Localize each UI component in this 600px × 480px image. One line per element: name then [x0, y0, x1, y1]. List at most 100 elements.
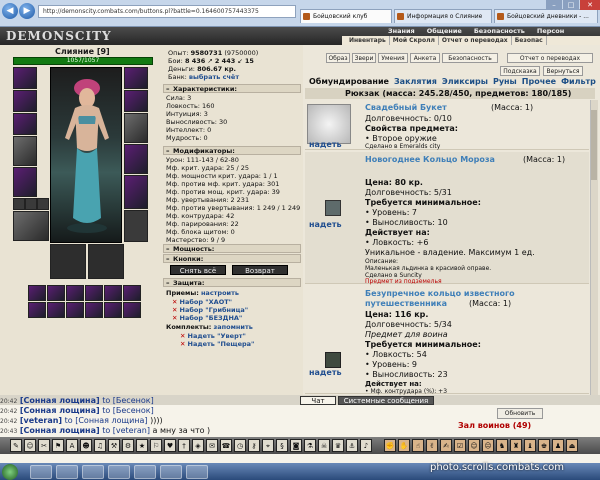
emote3-icon[interactable]: ♞	[496, 439, 508, 452]
bracer-slot[interactable]	[124, 90, 148, 112]
tab-filter[interactable]: Фильтр	[561, 77, 596, 87]
hand-icon[interactable]: ✋	[398, 439, 410, 452]
skills-button[interactable]: Умения	[378, 53, 408, 63]
rune-slot[interactable]	[123, 285, 141, 301]
hammer-icon[interactable]: ⚒	[108, 439, 120, 452]
point-icon[interactable]: ☝	[412, 439, 424, 452]
app-icon[interactable]	[160, 465, 182, 479]
player-icon[interactable]	[82, 465, 104, 479]
rune-slot[interactable]	[85, 285, 103, 301]
vote-icon[interactable]: ☑	[454, 439, 466, 452]
armor-slot[interactable]	[13, 167, 37, 197]
rune-slot[interactable]	[85, 302, 103, 318]
close-icon[interactable]: ✕	[580, 0, 600, 10]
phone-icon[interactable]: ☎	[220, 439, 232, 452]
set-item[interactable]: ✕ Надеть "Уверт"	[180, 332, 246, 340]
menu-transfer-report[interactable]: Отчет о переводах	[439, 36, 512, 45]
security-button[interactable]: Безопасность	[442, 53, 498, 63]
modifiers-section[interactable]: Модификаторы:	[163, 146, 301, 155]
wear-link[interactable]: надеть	[309, 368, 342, 377]
bank-link[interactable]: выбрать счёт	[189, 73, 239, 81]
translit-icon[interactable]: A	[66, 439, 78, 452]
room-title[interactable]: Зал воинов (49)	[458, 421, 531, 430]
pet-slot[interactable]	[88, 244, 124, 279]
appearance-button[interactable]: Образ	[326, 53, 350, 63]
profile-button[interactable]: Анкета	[410, 53, 440, 63]
smile2-icon[interactable]: ☻	[80, 439, 92, 452]
menu-security[interactable]: Безопасность	[474, 27, 525, 36]
weapon-slot[interactable]	[13, 136, 37, 166]
buttons-section[interactable]: Кнопки:	[163, 254, 301, 263]
tab-equipment[interactable]: Обмундирование	[309, 77, 389, 87]
tab-spells[interactable]: Заклятия	[394, 77, 437, 87]
skype-icon[interactable]	[134, 465, 156, 479]
key-icon[interactable]: ⚷	[248, 439, 260, 452]
bell-icon[interactable]: ♪	[360, 439, 372, 452]
stats-section[interactable]: Характеристики:	[163, 84, 301, 93]
wave-icon[interactable]: ✌	[426, 439, 438, 452]
rune-slot[interactable]	[66, 285, 84, 301]
rune-slot[interactable]	[47, 302, 65, 318]
delete-icon[interactable]: ✕	[172, 298, 177, 306]
tab-elixirs[interactable]: Эликсиры	[442, 77, 488, 87]
boots-slot[interactable]	[124, 210, 148, 242]
power-section[interactable]: Мощность:	[163, 244, 301, 253]
technique-set[interactable]: ✕ Набор "Грибница"	[172, 306, 248, 314]
map-icon[interactable]: ⌖	[262, 439, 274, 452]
mount-slot[interactable]	[50, 244, 86, 279]
chrome-icon[interactable]	[108, 465, 130, 479]
flag-icon[interactable]: ⚐	[150, 439, 162, 452]
tab-system-messages[interactable]: Системные сообщения	[338, 396, 434, 405]
menu-communication[interactable]: Общение	[427, 27, 462, 36]
item-name[interactable]: Новогоднее Кольцо Мороза	[365, 155, 495, 164]
tab-runes[interactable]: Руны	[493, 77, 517, 87]
return-right-button[interactable]: Вернуться	[543, 66, 583, 76]
helmet-slot[interactable]	[13, 67, 37, 89]
configure-link[interactable]: настроить	[201, 289, 239, 297]
clock-icon[interactable]: ◷	[234, 439, 246, 452]
rune-slot[interactable]	[47, 285, 65, 301]
undress-button[interactable]: Снять всё	[170, 265, 226, 275]
technique-set[interactable]: ✕ Набор "ХАОТ"	[172, 298, 232, 306]
crown-icon[interactable]: ♛	[332, 439, 344, 452]
smiley-icon[interactable]: ☺	[24, 439, 36, 452]
item-name-cont[interactable]: путешественника	[365, 299, 447, 308]
forward-icon[interactable]: ▶	[19, 3, 35, 19]
technique-set[interactable]: ✕ Набор "БЕЗДНА"	[172, 314, 242, 322]
mail-icon[interactable]: ✉	[206, 439, 218, 452]
maximize-icon[interactable]: □	[563, 0, 579, 10]
explorer-icon[interactable]	[30, 465, 52, 479]
menu-my-scroll[interactable]: Мой Скролл	[390, 36, 439, 45]
delete-icon[interactable]: ✕	[180, 332, 185, 340]
wear-link[interactable]: надеть	[309, 140, 342, 149]
music-icon[interactable]: ♫	[94, 439, 106, 452]
skull-icon[interactable]: ☠	[318, 439, 330, 452]
filter-icon[interactable]: ⚑	[52, 439, 64, 452]
clap-icon[interactable]: ✍	[440, 439, 452, 452]
scroll-icon[interactable]: §	[276, 439, 288, 452]
menu-person[interactable]: Персон	[537, 27, 564, 36]
heart-icon[interactable]: ♥	[164, 439, 176, 452]
bag-icon[interactable]: ◙	[290, 439, 302, 452]
shield-icon[interactable]: ◈	[192, 439, 204, 452]
set-item[interactable]: ✕ Надеть "Пещера"	[180, 340, 254, 348]
amulet-slot[interactable]	[13, 113, 37, 135]
head-right-slot[interactable]	[124, 67, 148, 89]
transfer-report-button[interactable]: Отчет о переводах	[507, 53, 593, 63]
protection-section[interactable]: Защита:	[163, 278, 301, 287]
rune-slot[interactable]	[28, 302, 46, 318]
belt-slot[interactable]	[124, 144, 148, 174]
start-icon[interactable]	[2, 464, 18, 480]
tab-info[interactable]: Информация о Слияние	[394, 9, 492, 23]
tab-chat[interactable]: Чат	[300, 396, 336, 405]
star-icon[interactable]: ★	[136, 439, 148, 452]
emote5-icon[interactable]: ♝	[524, 439, 536, 452]
ring-slot-1[interactable]	[13, 198, 25, 210]
rune-slot[interactable]	[123, 302, 141, 318]
rune-slot[interactable]	[104, 302, 122, 318]
item-name[interactable]: Безупречное кольцо известного	[365, 289, 515, 298]
hint-button[interactable]: Подсказка	[500, 66, 540, 76]
exit-icon[interactable]: ⏏	[566, 439, 578, 452]
return-button[interactable]: Возврат	[232, 265, 288, 275]
remember-link[interactable]: запомнить	[214, 323, 253, 331]
